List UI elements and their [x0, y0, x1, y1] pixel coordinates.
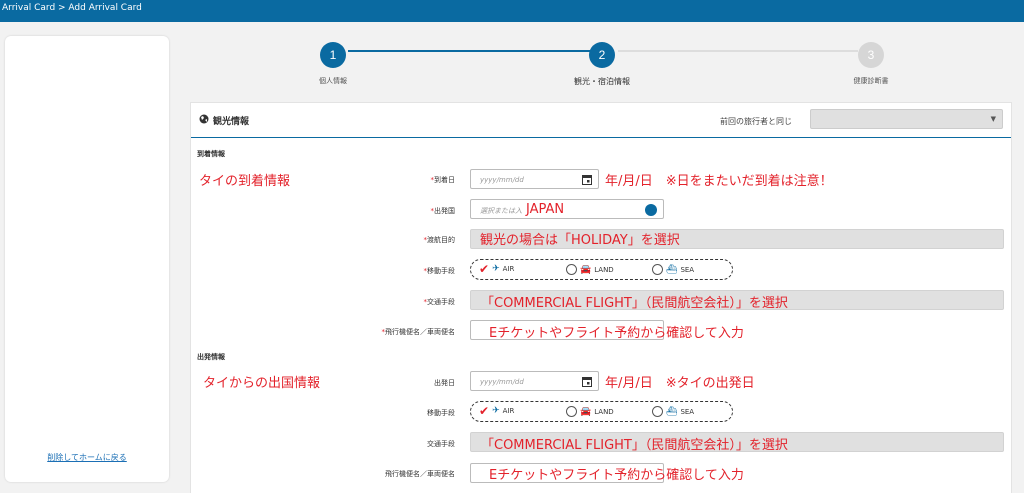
same-as-previous-select[interactable]: ▼ [810, 109, 1003, 129]
departure-country-label: *出発国 [430, 207, 456, 215]
car-icon: 🚘 [580, 264, 592, 275]
arrival-flight-annotation: Eチケットやフライト予約から確認して入力 [489, 326, 744, 341]
arrival-mode-sea-label: SEA [680, 265, 695, 274]
arrival-flight-label: *飛行機便名／車両便名 [381, 328, 456, 336]
departure-date-annotation: 年/月/日 ※タイの出発日 [605, 376, 755, 391]
departure-date-placeholder: yyyy/mm/dd [480, 378, 524, 386]
arrival-date-annotation: 年/月/日 ※日をまたいだ到着は注意！ [605, 174, 833, 189]
check-mark-icon: ✔ [479, 262, 490, 276]
arrival-transport-label: *交通手段 [423, 298, 456, 306]
departure-date-input[interactable]: yyyy/mm/dd [470, 371, 599, 391]
airplane-icon: ✈ [492, 406, 500, 416]
departure-section-title: 出発情報 [197, 353, 225, 361]
step-3-label: 健康診断書 [853, 77, 889, 85]
departure-mode-land[interactable]: 🚘 LAND [566, 406, 614, 417]
departure-mode-label: 移動手段 [427, 409, 455, 417]
departure-mode-radio-group: ✔ ✈ AIR 🚘 LAND ⛴ SEA [470, 401, 733, 422]
departure-mode-air-label: AIR [502, 407, 515, 415]
progress-stepper: 1 2 3 個人情報 観光・宿泊情報 健康診断書 [190, 38, 1010, 94]
departure-annotation: タイからの出国情報 [203, 376, 321, 391]
departure-transport-label: 交通手段 [427, 440, 455, 448]
chevron-down-icon: ▼ [990, 115, 996, 123]
departure-date-label: 出発日 [434, 379, 455, 387]
same-as-previous-label: 前回の旅行者と同じ [720, 117, 792, 126]
card-title: 観光情報 [213, 117, 250, 127]
step-line-2 [618, 50, 858, 52]
departure-country-placeholder: 選択または入 [480, 207, 522, 215]
arrival-mode-land-label: LAND [594, 265, 614, 274]
departure-mode-sea[interactable]: ⛴ SEA [652, 406, 694, 417]
departure-mode-land-label: LAND [594, 407, 614, 416]
delete-and-home-link[interactable]: 削除してホームに戻る [5, 452, 169, 463]
departure-mode-sea-radio[interactable] [652, 406, 663, 417]
departure-mode-air[interactable]: ✔ ✈ AIR [479, 404, 515, 418]
ship-icon: ⛴ [666, 406, 678, 417]
arrival-mode-air-label: AIR [502, 265, 515, 273]
arrival-date-input[interactable]: yyyy/mm/dd [470, 169, 599, 189]
arrival-mode-land[interactable]: 🚘 LAND [566, 264, 614, 275]
arrival-mode-land-radio[interactable] [566, 264, 577, 275]
departure-country-select[interactable]: 選択または入 [470, 199, 664, 219]
arrival-mode-sea-radio[interactable] [652, 264, 663, 275]
arrival-date-placeholder: yyyy/mm/dd [480, 176, 524, 184]
departure-transport-annotation: 「COMMERCIAL FLIGHT」（民間航空会社）」を選択 [481, 438, 788, 453]
arrival-mode-label: *移動手段 [423, 267, 456, 275]
arrival-section-title: 到着情報 [197, 150, 225, 158]
step-3-circle[interactable]: 3 [858, 42, 884, 68]
step-2-circle[interactable]: 2 [589, 42, 615, 68]
calendar-icon[interactable] [582, 174, 592, 185]
airplane-icon: ✈ [492, 264, 500, 274]
ship-icon: ⛴ [666, 264, 678, 275]
calendar-icon[interactable] [582, 376, 592, 387]
sidebar: 削除してホームに戻る [5, 36, 169, 482]
step-1-label: 個人情報 [319, 77, 347, 85]
step-2-label: 観光・宿泊情報 [574, 77, 630, 86]
arrival-annotation: タイの到着情報 [199, 174, 291, 189]
arrival-mode-air[interactable]: ✔ ✈ AIR [479, 262, 515, 276]
step-line-1 [348, 50, 592, 52]
car-icon: 🚘 [580, 406, 592, 417]
travel-purpose-annotation: 観光の場合は「HOLIDAY」を選択 [480, 233, 680, 248]
chevron-down-icon [645, 204, 657, 216]
step-1-circle[interactable]: 1 [320, 42, 346, 68]
departure-mode-land-radio[interactable] [566, 406, 577, 417]
departure-flight-annotation: Eチケットやフライト予約から確認して入力 [489, 468, 744, 483]
breadcrumb: Arrival Card > Add Arrival Card [0, 0, 1024, 22]
arrival-date-label: *到着日 [430, 176, 456, 184]
card-header: 観光情報 前回の旅行者と同じ ▼ [191, 103, 1011, 138]
travel-purpose-label: *渡航目的 [423, 236, 456, 244]
globe-icon [199, 114, 209, 124]
departure-mode-sea-label: SEA [680, 407, 695, 416]
tourism-info-card: 観光情報 前回の旅行者と同じ ▼ 到着情報 タイの到着情報 *到着日 yyyy/… [190, 102, 1012, 493]
check-mark-icon: ✔ [479, 404, 490, 418]
arrival-transport-annotation: 「COMMERCIAL FLIGHT」（民間航空会社）」を選択 [481, 296, 788, 311]
departure-country-annotation: JAPAN [526, 202, 565, 217]
departure-flight-label: 飛行機便名／車両便名 [385, 470, 455, 478]
arrival-mode-sea[interactable]: ⛴ SEA [652, 264, 694, 275]
arrival-mode-radio-group: ✔ ✈ AIR 🚘 LAND ⛴ SEA [470, 259, 733, 280]
